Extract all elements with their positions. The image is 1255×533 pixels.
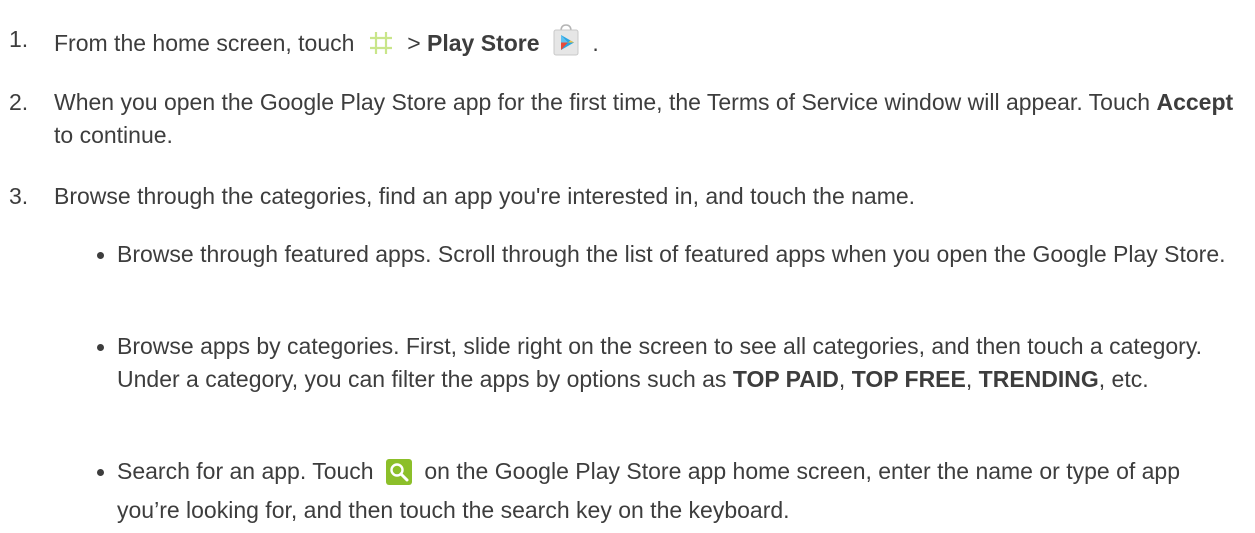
- step-number: 1.: [9, 26, 29, 52]
- bullet-text: Browse apps by categories. First, slide …: [117, 330, 1247, 396]
- step-text-pre: From the home screen, touch: [54, 30, 355, 56]
- step-text: Browse through the categories, find an a…: [54, 183, 916, 209]
- bullet-text-pre: Search for an app. Touch: [117, 458, 374, 484]
- search-icon: [385, 459, 412, 494]
- trending-label: TRENDING: [978, 366, 1099, 392]
- comma: ,: [965, 366, 973, 392]
- play-store-label: Play Store: [427, 30, 540, 56]
- step-text: From the home screen, touch > Play Store: [54, 23, 1244, 66]
- bullet-dot: [97, 344, 104, 351]
- comma: ,: [838, 366, 846, 392]
- bullet-dot: [97, 469, 104, 476]
- step-text-post: to continue.: [54, 122, 173, 148]
- step-number: 2.: [9, 89, 29, 115]
- top-free-label: TOP FREE: [851, 366, 966, 392]
- bullet-dot: [97, 252, 104, 259]
- accept-label: Accept: [1156, 89, 1234, 115]
- step-number: 3.: [9, 183, 29, 209]
- apps-grid-icon: [367, 29, 395, 66]
- bullet-text: Search for an app. Touch on the Google P…: [117, 455, 1247, 527]
- bullet-text: Browse through featured apps. Scroll thr…: [117, 241, 1226, 267]
- step-separator: >: [407, 30, 421, 56]
- step-text: When you open the Google Play Store app …: [54, 86, 1244, 152]
- bullet-text-post: , etc.: [1098, 366, 1149, 392]
- play-store-icon: [552, 23, 580, 66]
- step-text-pre: When you open the Google Play Store app …: [54, 89, 1151, 115]
- step-text-post: .: [592, 30, 599, 56]
- document-page: 1. From the home screen, touch > Play St…: [0, 0, 1255, 533]
- top-paid-label: TOP PAID: [732, 366, 839, 392]
